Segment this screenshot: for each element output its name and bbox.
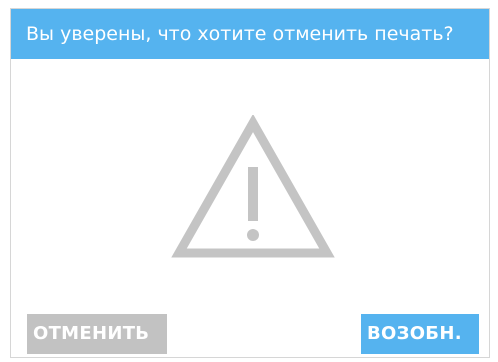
dialog-title: Вы уверены, что хотите отменить печать? (11, 9, 489, 59)
resume-button[interactable]: ВОЗОБН. (361, 314, 479, 354)
cancel-print-dialog: Вы уверены, что хотите отменить печать? … (10, 8, 490, 358)
warning-triangle-icon (171, 115, 335, 258)
cancel-button[interactable]: ОТМЕНИТЬ (27, 314, 167, 354)
